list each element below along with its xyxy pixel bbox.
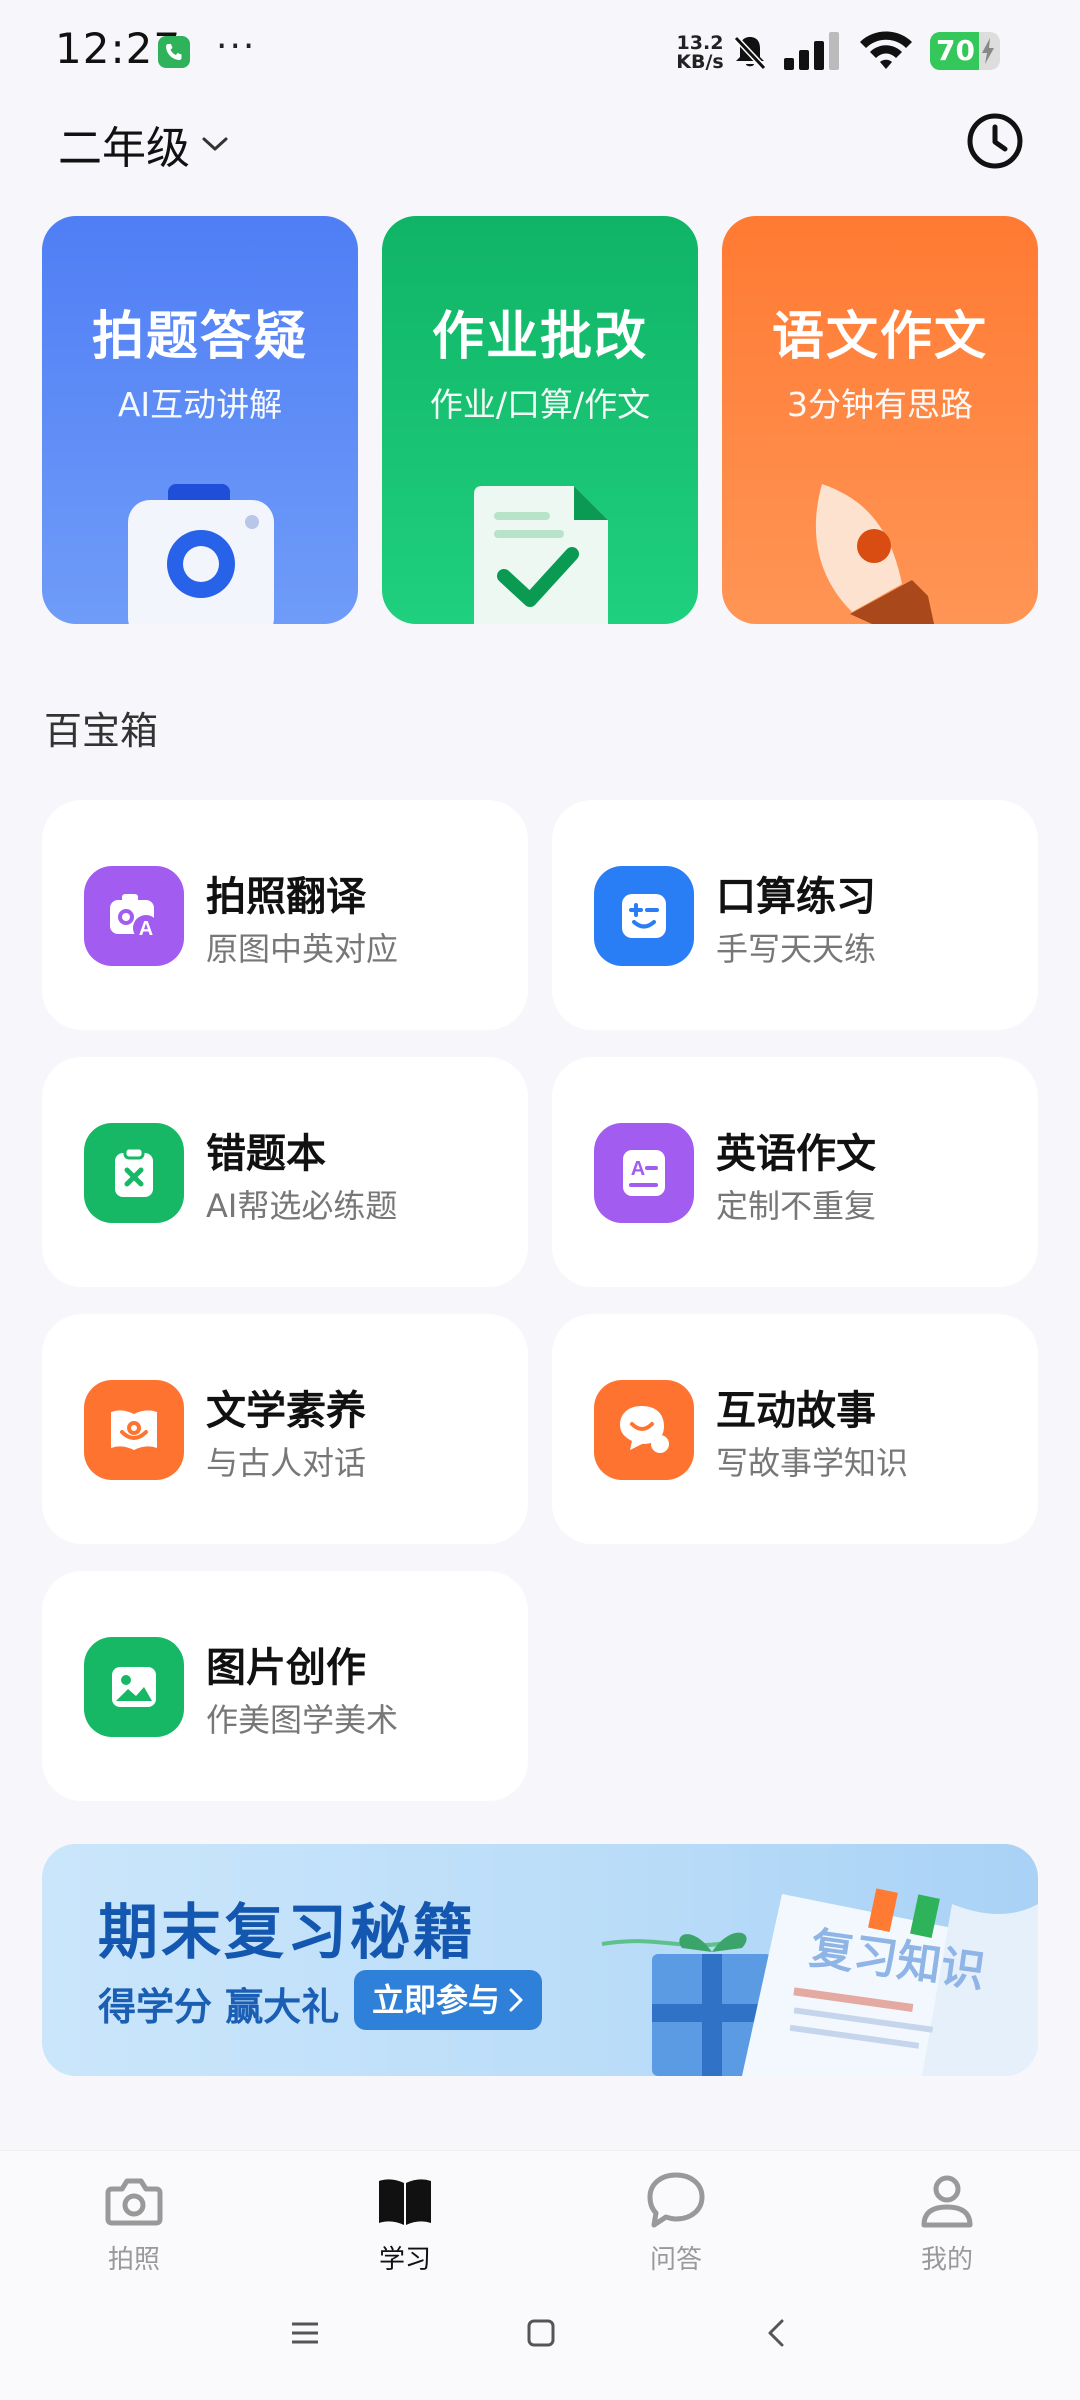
photo-translate-icon: A xyxy=(84,866,184,966)
nav-tab-profile[interactable]: 我的 xyxy=(877,2169,1017,2276)
tool-desc: 与古人对话 xyxy=(206,1444,367,1482)
tool-math-practice[interactable]: 口算练习 手写天天练 xyxy=(552,800,1038,1030)
tool-desc: 作美图学美术 xyxy=(206,1701,399,1739)
back-icon[interactable] xyxy=(762,2318,792,2348)
english-essay-icon: A xyxy=(594,1123,694,1223)
tool-image-creation[interactable]: 图片创作 作美图学美术 xyxy=(42,1571,528,1801)
clock-icon[interactable] xyxy=(966,112,1024,170)
tool-desc: 原图中英对应 xyxy=(206,930,399,968)
banner-subtitle: 得学分 赢大礼 xyxy=(98,1985,340,2029)
call-indicator-icon xyxy=(158,36,190,68)
camera-icon xyxy=(105,2178,163,2226)
clipboard-x-icon xyxy=(84,1123,184,1223)
system-navigation-bar xyxy=(0,2278,1080,2400)
nav-label: 我的 xyxy=(920,2245,973,2275)
tool-english-essay[interactable]: A 英语作文 定制不重复 xyxy=(552,1057,1038,1287)
charging-bolt-icon xyxy=(982,38,994,64)
tool-name: 错题本 xyxy=(206,1131,326,1177)
tool-name: 英语作文 xyxy=(716,1131,876,1177)
mute-bell-icon xyxy=(733,35,767,71)
status-bar: 12:27 ··· 13.2 KB/s 70 xyxy=(0,0,1080,100)
final-review-banner[interactable]: 复习知识 期末复习秘籍 得学分 赢大礼 立即参与 xyxy=(42,1844,1038,2076)
nav-label: 问答 xyxy=(649,2245,702,2275)
join-now-button[interactable]: 立即参与 xyxy=(354,1970,543,2030)
profile-icon xyxy=(921,2175,973,2228)
chevron-down-icon xyxy=(202,137,228,151)
tool-name: 文学素养 xyxy=(206,1388,366,1434)
nav-tab-study[interactable]: 学习 xyxy=(335,2169,475,2276)
grade-selector[interactable]: 二年级 xyxy=(58,112,230,176)
svg-text:A: A xyxy=(631,1158,645,1180)
tool-photo-translate[interactable]: A 拍照翻译 原图中英对应 xyxy=(42,800,528,1030)
math-face-icon xyxy=(594,866,694,966)
tool-interactive-story[interactable]: 互动故事 写故事学知识 xyxy=(552,1314,1038,1544)
tool-name: 图片创作 xyxy=(206,1645,366,1691)
nav-tab-qa[interactable]: 问答 xyxy=(606,2169,746,2276)
more-notifications-icon: ··· xyxy=(216,26,257,67)
tool-name: 互动故事 xyxy=(716,1388,876,1434)
chevron-right-icon xyxy=(509,1988,523,2012)
svg-text:A: A xyxy=(139,918,153,940)
banner-title: 期末复习秘籍 xyxy=(98,1898,476,1968)
book-icon xyxy=(379,2179,431,2225)
card-photo-qa[interactable]: 拍题答疑 AI互动讲解 xyxy=(42,216,358,624)
wifi-icon xyxy=(860,31,912,69)
tool-mistake-book[interactable]: 错题本 AI帮选必练题 xyxy=(42,1057,528,1287)
battery-indicator: 70 xyxy=(930,32,1004,70)
chat-bubbles-icon xyxy=(594,1380,694,1480)
nav-label: 学习 xyxy=(378,2245,431,2275)
network-speed: 13.2 KB/s xyxy=(676,32,724,73)
home-icon[interactable] xyxy=(526,2318,556,2348)
tool-desc: 定制不重复 xyxy=(716,1187,877,1225)
toolbox-title: 百宝箱 xyxy=(44,709,159,753)
card-chinese-essay[interactable]: 语文作文 3分钟有思路 xyxy=(722,216,1038,624)
tool-desc: 手写天天练 xyxy=(716,930,877,968)
join-now-label: 立即参与 xyxy=(372,1981,501,2019)
camera-illustration-icon xyxy=(128,484,274,624)
tool-literature[interactable]: 文学素养 与古人对话 xyxy=(42,1314,528,1544)
signal-icon xyxy=(784,32,839,70)
tool-name: 拍照翻译 xyxy=(206,874,366,920)
tool-name: 口算练习 xyxy=(716,874,876,920)
pen-nib-illustration-icon xyxy=(815,484,934,624)
document-check-illustration-icon xyxy=(474,486,608,624)
nav-tab-photo[interactable]: 拍照 xyxy=(64,2169,204,2276)
tool-desc: 写故事学知识 xyxy=(716,1444,909,1482)
menu-icon[interactable] xyxy=(290,2318,320,2348)
book-smile-icon xyxy=(84,1380,184,1480)
card-homework-check[interactable]: 作业批改 作业/口算/作文 xyxy=(382,216,698,624)
tool-desc: AI帮选必练题 xyxy=(206,1187,398,1225)
image-icon xyxy=(84,1637,184,1737)
nav-label: 拍照 xyxy=(107,2245,160,2275)
grade-label: 二年级 xyxy=(58,123,190,174)
chat-icon xyxy=(647,2172,705,2228)
